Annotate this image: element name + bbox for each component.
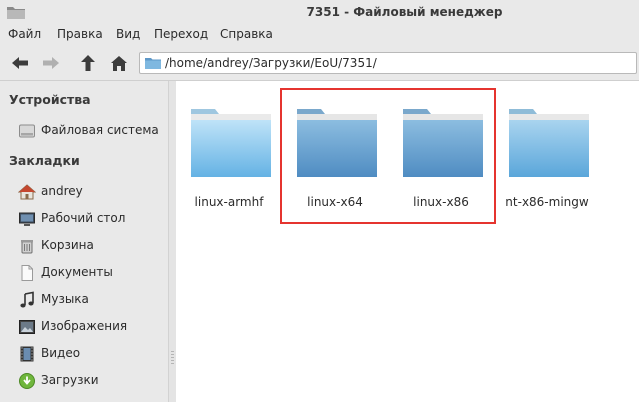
- document-icon: [21, 265, 33, 281]
- sidebar-item-trash[interactable]: Корзина: [18, 235, 168, 257]
- menu-view[interactable]: Вид: [116, 27, 140, 41]
- menu-help[interactable]: Справка: [220, 27, 273, 41]
- folder-icon: [145, 58, 161, 69]
- selection-highlight-box: [280, 88, 496, 224]
- sidebar-item-desktop[interactable]: Рабочий стол: [18, 208, 168, 230]
- sidebar-item-label: andrey: [41, 184, 83, 198]
- folder-icon: [509, 109, 589, 177]
- folder-name: nt-x86-mingw: [505, 195, 589, 209]
- home-icon: [111, 55, 127, 71]
- sidebar-item-filesystem[interactable]: Файловая система: [18, 120, 168, 142]
- location-bar[interactable]: /home/andrey/Загрузки/EoU/7351/: [139, 52, 637, 74]
- sidebar-item-label: Загрузки: [41, 373, 99, 387]
- video-icon: [20, 346, 34, 362]
- back-button[interactable]: [8, 52, 32, 74]
- pane-splitter[interactable]: [168, 81, 176, 402]
- home-button[interactable]: [107, 52, 131, 74]
- arrow-right-icon: [43, 57, 59, 69]
- devices-header: Устройства: [9, 92, 91, 107]
- menu-bar: Файл Правка Вид Переход Справка: [0, 24, 639, 46]
- music-icon: [20, 291, 34, 308]
- sidebar: Устройства Файловая система Закладки and…: [0, 81, 168, 402]
- sidebar-item-label: Документы: [41, 265, 113, 279]
- arrow-up-icon: [81, 55, 95, 71]
- sidebar-item-videos[interactable]: Видео: [18, 343, 168, 365]
- download-icon: [19, 373, 35, 389]
- menu-edit[interactable]: Правка: [57, 27, 103, 41]
- trash-icon: [21, 240, 33, 254]
- location-path[interactable]: /home/andrey/Загрузки/EoU/7351/: [165, 56, 377, 70]
- up-button[interactable]: [76, 52, 100, 74]
- sidebar-item-label: Файловая система: [41, 123, 159, 137]
- drive-icon: [19, 124, 35, 138]
- sidebar-item-home[interactable]: andrey: [18, 181, 168, 203]
- folder-item-linux-armhf[interactable]: linux-armhf: [181, 103, 277, 213]
- desktop-icon: [19, 212, 35, 226]
- sidebar-item-label: Музыка: [41, 292, 89, 306]
- sidebar-item-label: Видео: [41, 346, 81, 360]
- title-bar: 7351 - Файловый менеджер: [0, 0, 639, 24]
- menu-file[interactable]: Файл: [8, 27, 41, 41]
- arrow-left-icon: [12, 57, 28, 69]
- file-view[interactable]: linux-armhf linux-x64 linux-x86 nt-x86-m…: [176, 81, 639, 402]
- sidebar-item-label: Изображения: [41, 319, 128, 333]
- folder-icon: [191, 109, 271, 177]
- sidebar-item-music[interactable]: Музыка: [18, 289, 168, 311]
- folder-item-nt-x86-mingw[interactable]: nt-x86-mingw: [499, 103, 595, 213]
- sidebar-item-documents[interactable]: Документы: [18, 262, 168, 284]
- bookmarks-header: Закладки: [9, 153, 80, 168]
- folder-name: linux-armhf: [194, 195, 264, 209]
- sidebar-item-pictures[interactable]: Изображения: [18, 316, 168, 338]
- forward-button[interactable]: [39, 52, 63, 74]
- splitter-grip[interactable]: [171, 351, 174, 365]
- sidebar-item-downloads[interactable]: Загрузки: [18, 370, 168, 392]
- window-title: 7351 - Файловый менеджер: [306, 5, 503, 19]
- toolbar: /home/andrey/Загрузки/EoU/7351/: [0, 46, 639, 81]
- image-icon: [19, 320, 35, 334]
- sidebar-item-label: Рабочий стол: [41, 211, 126, 225]
- menu-go[interactable]: Переход: [154, 27, 208, 41]
- home-icon: [18, 184, 36, 200]
- sidebar-item-label: Корзина: [41, 238, 94, 252]
